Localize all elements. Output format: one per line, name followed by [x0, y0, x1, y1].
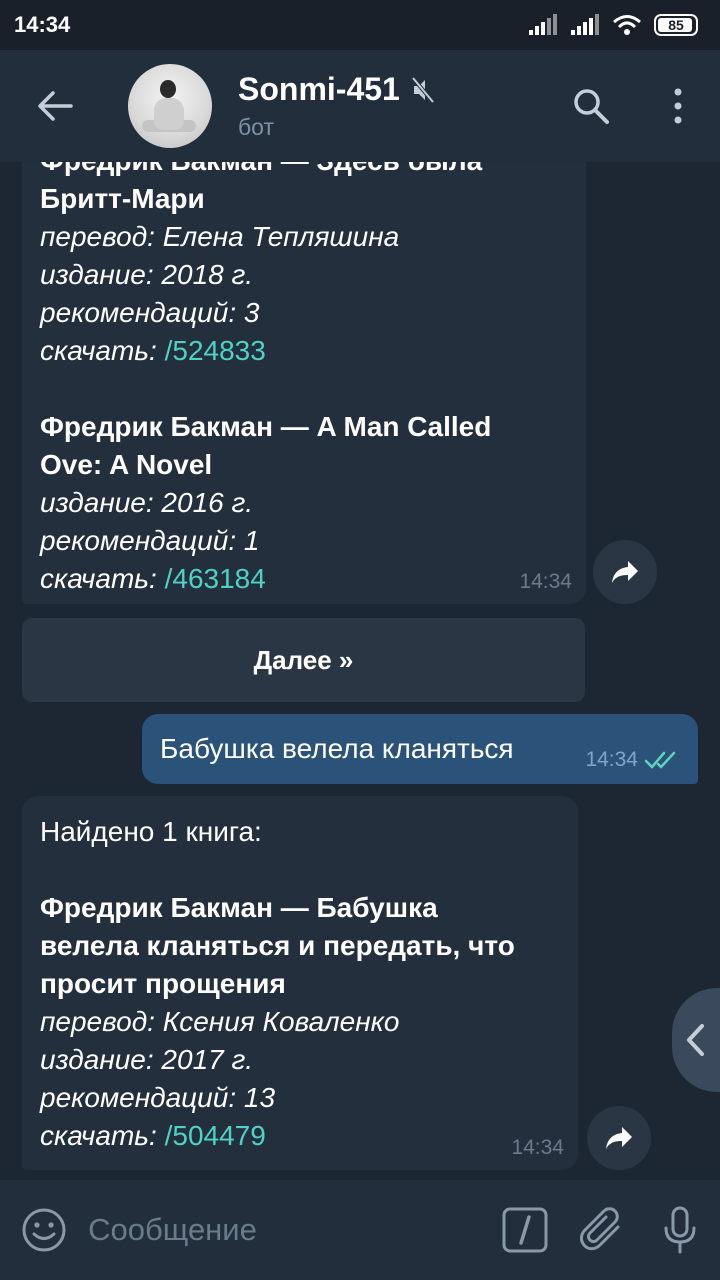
more-button[interactable]: [636, 50, 720, 162]
message-time: 14:34: [519, 570, 572, 593]
incoming-message[interactable]: Фредрик Бакман — Здесь была Бритт-Мари п…: [22, 162, 586, 604]
incoming-message[interactable]: Найдено 1 книга: Фредрик Бакман — Бабушк…: [22, 796, 578, 1170]
voice-message-button[interactable]: [640, 1180, 720, 1280]
outgoing-message[interactable]: Бабушка велела кланяться 14:34: [142, 714, 698, 784]
chat-header: Sonmi-451 бот: [0, 50, 720, 162]
more-vertical-icon: [674, 88, 682, 124]
book-recommendations: рекомендаций: 1: [40, 525, 260, 556]
signal-icon: [571, 14, 599, 35]
status-icons: 85: [528, 14, 698, 36]
attach-button[interactable]: [564, 1180, 641, 1280]
avatar[interactable]: [128, 64, 212, 148]
book-download: скачать: /463184: [40, 563, 266, 594]
book-title: Бритт-Мари: [40, 183, 205, 214]
muted-icon: [411, 76, 434, 103]
battery-icon: 85: [654, 14, 698, 36]
download-command-link[interactable]: /463184: [165, 563, 266, 594]
next-page-button[interactable]: Далее »: [22, 618, 585, 702]
message-time: 14:34: [585, 748, 638, 771]
double-check-icon: [644, 751, 676, 769]
book-download: скачать: /504479: [40, 1120, 266, 1151]
message-time: 14:34: [511, 1136, 564, 1159]
status-time: 14:34: [14, 12, 71, 37]
book-recommendations: рекомендаций: 13: [40, 1082, 276, 1113]
attach-icon: [579, 1207, 620, 1251]
emoji-icon: [22, 1208, 66, 1252]
search-button[interactable]: [546, 50, 636, 162]
search-result-count: Найдено 1 книга:: [40, 816, 262, 847]
outgoing-text: Бабушка велела кланяться: [160, 733, 514, 764]
battery-level: 85: [668, 17, 684, 33]
message-composer: [0, 1180, 720, 1280]
emoji-button[interactable]: [0, 1180, 88, 1280]
book-translation: перевод: Елена Тепляшина: [40, 221, 400, 252]
share-icon: [606, 1127, 632, 1149]
book-edition: издание: 2017 г.: [40, 1044, 254, 1075]
book-edition: издание: 2018 г.: [40, 259, 254, 290]
side-panel-handle[interactable]: [672, 988, 720, 1092]
book-title: просит прощения: [40, 968, 286, 999]
chevron-left-icon: [687, 1024, 704, 1056]
chat-title: Sonmi-451: [238, 71, 400, 107]
download-command-link[interactable]: /524833: [165, 335, 266, 366]
signal-icon: [529, 14, 557, 35]
microphone-icon: [664, 1206, 696, 1254]
wifi-icon: [613, 15, 641, 35]
book-recommendations: рекомендаций: 3: [40, 297, 260, 328]
chat-subtitle: бот: [238, 114, 274, 140]
book-title: Ove: A Novel: [40, 449, 213, 480]
message-list[interactable]: Фредрик Бакман — Здесь была Бритт-Мари п…: [0, 162, 720, 1180]
search-icon: [574, 89, 609, 124]
bot-command-icon: [502, 1207, 548, 1253]
back-arrow-icon: [38, 91, 73, 121]
book-edition: издание: 2016 г.: [40, 487, 254, 518]
back-button[interactable]: [0, 50, 110, 162]
book-title: Фредрик Бакман — Здесь была: [40, 162, 568, 180]
book-translation: перевод: Ксения Коваленко: [40, 1006, 400, 1037]
book-title: Фредрик Бакман — A Man Called: [40, 411, 492, 442]
book-title: Фредрик Бакман — Бабушка: [40, 892, 438, 923]
share-button[interactable]: [587, 1106, 651, 1170]
book-download: скачать: /524833: [40, 335, 266, 366]
bot-command-button[interactable]: [487, 1180, 564, 1280]
book-title: велела кланяться и передать, что: [40, 930, 515, 961]
download-command-link[interactable]: /504479: [165, 1120, 266, 1151]
share-icon: [612, 561, 638, 583]
share-button[interactable]: [593, 540, 657, 604]
message-input[interactable]: [88, 1200, 488, 1260]
chat-info[interactable]: Sonmi-451 бот: [238, 71, 546, 141]
status-bar: 14:34 85: [0, 0, 720, 50]
